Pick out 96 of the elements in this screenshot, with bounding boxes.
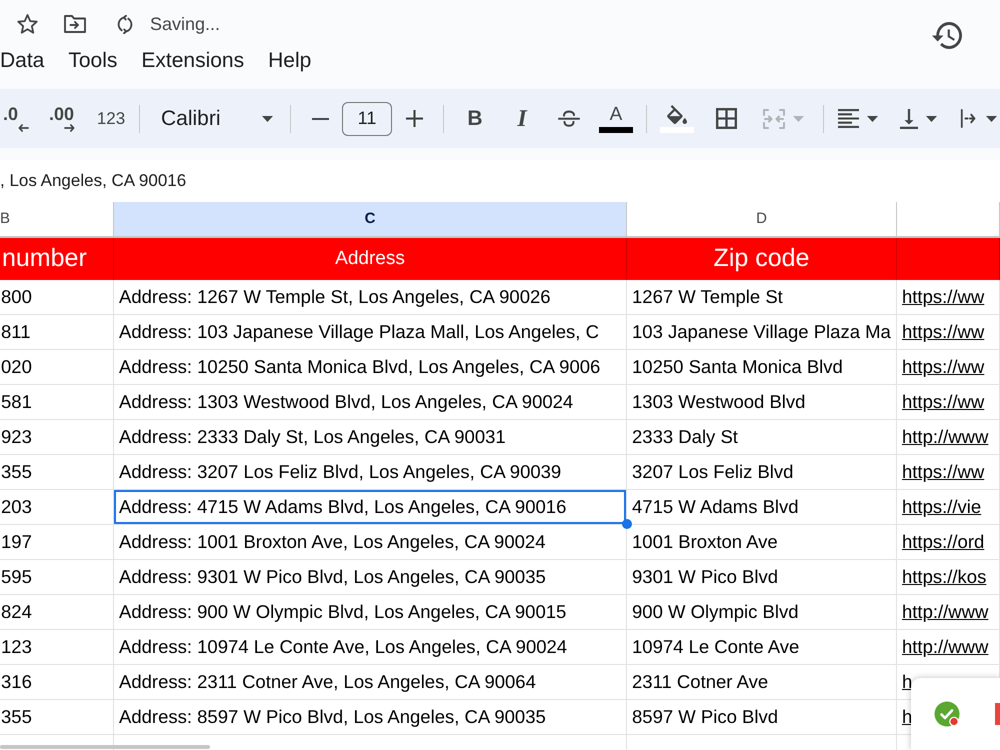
table-cell: 824	[0, 595, 114, 630]
cell-link[interactable]: https://ord	[902, 528, 984, 556]
table-cell: 10974 Le Conte Ave	[627, 630, 897, 665]
table-cell: 355	[0, 700, 114, 735]
cell-link[interactable]: http://www	[902, 598, 988, 626]
table-cell: 1001 Broxton Ave	[627, 525, 897, 560]
align-bottom-icon	[900, 108, 918, 128]
table-cell: Address: 900 W Olympic Blvd, Los Angeles, CA 90015	[114, 595, 627, 630]
cell-link[interactable]: https://ww	[902, 388, 984, 416]
scrollbar[interactable]	[0, 745, 210, 749]
menu-item[interactable]: Help	[268, 48, 312, 74]
header-cell: Zip code	[627, 238, 897, 280]
table-cell: 4715 W Adams Blvd	[627, 490, 897, 525]
header-cell: number	[0, 238, 114, 280]
grid-icon	[716, 108, 736, 129]
tile-icon[interactable]	[995, 703, 1000, 725]
align-left-icon	[838, 109, 859, 128]
font-select[interactable]: Calibri	[151, 98, 279, 138]
caret-icon	[792, 116, 804, 122]
bold-button[interactable]: B	[455, 98, 495, 138]
table-cell: Address: 2333 Daly St, Los Angeles, CA 90031	[114, 420, 627, 455]
history-icon[interactable]	[932, 22, 962, 49]
save-status-text: Saving...	[150, 12, 220, 36]
minus-icon	[312, 118, 328, 120]
caret-icon	[926, 116, 936, 122]
menu-item[interactable]: Data	[0, 48, 44, 74]
column-header[interactable]: B	[0, 202, 114, 238]
table-cell: 1267 W Temple St	[627, 280, 897, 315]
cell-link[interactable]: https://kos	[902, 563, 986, 591]
cell-link[interactable]: http://www	[902, 633, 988, 661]
table-cell: 020	[0, 350, 114, 385]
table-cell: Address: 10250 Santa Monica Blvd, Los Angeles, CA 9006	[114, 350, 627, 385]
cell-link[interactable]: https://ww	[902, 318, 984, 346]
column-header[interactable]: C	[114, 202, 627, 238]
table-cell: 203	[0, 490, 114, 525]
paint-bucket-icon	[667, 104, 687, 124]
caret-icon	[262, 116, 273, 122]
strikethrough-icon	[558, 110, 580, 127]
table-cell: Address: 2311 Cotner Ave, Los Angeles, CA 90064	[114, 665, 627, 700]
table-cell: Address: 3207 Los Feliz Blvd, Los Angeles, CA 90039	[114, 455, 627, 490]
table-cell: 197	[0, 525, 114, 560]
table-cell: 316	[0, 665, 114, 700]
table-cell: 1303 Westwood Blvd	[627, 385, 897, 420]
decrease-decimal-button[interactable]: .0	[0, 98, 34, 138]
table-cell: Address: 1001 Broxton Ave, Los Angeles, CA 90024	[114, 525, 627, 560]
arrow-left-icon	[18, 124, 29, 132]
cell-link[interactable]: h	[902, 703, 912, 731]
cell-link[interactable]: https://ww	[902, 353, 984, 381]
menu-item[interactable]: Tools	[68, 48, 118, 74]
folder-arrow-icon[interactable]	[64, 15, 86, 33]
table-cell: 9301 W Pico Blvd	[627, 560, 897, 595]
table-cell: 581	[0, 385, 114, 420]
menu-item[interactable]: Extensions	[141, 48, 244, 74]
table-cell: 900 W Olympic Blvd	[627, 595, 897, 630]
font-size-field[interactable]: 11	[342, 102, 392, 136]
merge-icon	[762, 108, 784, 128]
text-color-button[interactable]: A	[597, 98, 635, 138]
table-cell: 355	[0, 455, 114, 490]
table-cell: 595	[0, 560, 114, 595]
number-format-button[interactable]: 123	[94, 98, 128, 138]
table-cell: 811	[0, 315, 114, 350]
cell-link[interactable]: https://vie	[902, 493, 982, 521]
cell-link[interactable]: http://www	[902, 423, 988, 451]
table-cell: 2333 Daly St	[627, 420, 897, 455]
caret-icon	[986, 116, 996, 122]
bar-arrow-icon	[960, 109, 978, 128]
italic-button[interactable]: I	[502, 98, 542, 138]
cell-link[interactable]: https://ww	[902, 283, 984, 311]
table-cell: Address: 103 Japanese Village Plaza Mall, Los Angeles, C	[114, 315, 627, 350]
table-cell: 8597 W Pico Blvd	[627, 700, 897, 735]
table-cell: Address: 4715 W Adams Blvd, Los Angeles, CA 90016	[114, 490, 627, 525]
table-cell: 103 Japanese Village Plaza Ma	[627, 315, 897, 350]
fill-handle[interactable]	[622, 519, 632, 529]
table-cell: Address: 1267 W Temple St, Los Angeles, CA 90026	[114, 280, 627, 315]
table-cell: Address: 8597 W Pico Blvd, Los Angeles, CA 90035	[114, 700, 627, 735]
formula-field[interactable]: , Los Angeles, CA 90016	[0, 160, 1000, 202]
caret-icon	[867, 116, 878, 122]
table-cell: Address: 9301 W Pico Blvd, Los Angeles, CA 90035	[114, 560, 627, 595]
arrow-right-icon	[64, 124, 75, 132]
check-circle-icon[interactable]	[934, 700, 961, 728]
table-cell: 2311 Cotner Ave	[627, 665, 897, 700]
table-cell: 923	[0, 420, 114, 455]
cell-link[interactable]: https://ww	[902, 458, 984, 486]
table-cell: 800	[0, 280, 114, 315]
table-cell: Address: 10974 Le Conte Ave, Los Angeles, CA 90024	[114, 630, 627, 665]
table-cell: Address: 1303 Westwood Blvd, Los Angeles, CA 90024	[114, 385, 627, 420]
star-icon[interactable]	[17, 14, 38, 34]
column-header[interactable]: D	[627, 202, 897, 238]
table-cell: 123	[0, 630, 114, 665]
increase-decimal-button[interactable]: .00	[46, 98, 80, 138]
table-cell: 10250 Santa Monica Blvd	[627, 350, 897, 385]
cell-link[interactable]: h	[902, 668, 912, 696]
table-cell: 3207 Los Feliz Blvd	[627, 455, 897, 490]
header-cell: Address	[114, 238, 627, 280]
plus-icon	[406, 110, 422, 127]
sync-icon	[116, 14, 134, 34]
